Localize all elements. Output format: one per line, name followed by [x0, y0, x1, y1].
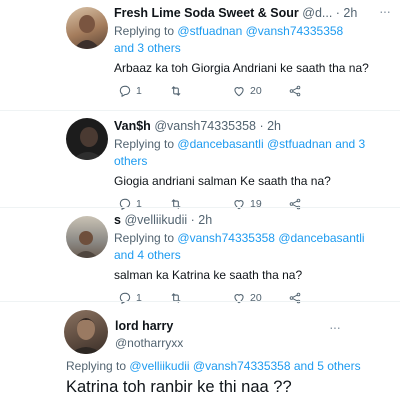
tweet-text: Arbaaz ka toh Giorgia Andriani ke saath … [114, 61, 369, 75]
others-link[interactable]: and 3 others [114, 41, 181, 55]
user-handle[interactable]: @vansh74335358 · 2h [154, 119, 281, 133]
divider [0, 207, 400, 208]
reply-button[interactable]: 1 [118, 84, 142, 98]
retweet-button[interactable] [169, 84, 183, 98]
main-tweet[interactable]: lord harry @notharryxx ··· Replying to @… [0, 303, 400, 400]
like-button[interactable]: 20 [232, 84, 262, 98]
display-name[interactable]: s [114, 213, 121, 227]
replying-label: Replying to [66, 359, 127, 373]
replying-to: Replying to @velliikudii @vansh74335358 … [66, 358, 361, 375]
replying-to: Replying to @vansh74335358 @dancebasantl… [114, 230, 382, 264]
user-handle[interactable]: @velliikudii · 2h [124, 213, 212, 227]
replying-label: Replying to [114, 231, 175, 245]
more-icon[interactable]: ··· [379, 4, 391, 18]
avatar[interactable] [64, 310, 108, 354]
user-handle[interactable]: @notharryxx [115, 335, 183, 352]
replying-label: Replying to [114, 137, 175, 151]
tweet-text: salman ka Katrina ke saath tha na? [114, 268, 303, 282]
divider [0, 110, 400, 111]
display-name[interactable]: Fresh Lime Soda Sweet & Sour [114, 6, 299, 20]
like-count: 20 [250, 85, 262, 97]
avatar[interactable] [66, 118, 108, 160]
replying-label: Replying to [114, 24, 175, 38]
tweet-text: Giogia andriani salman Ke saath tha na? [114, 174, 331, 188]
share-button[interactable] [288, 84, 302, 98]
like-icon [234, 87, 244, 97]
reply-count: 1 [136, 85, 142, 97]
mention-link[interactable]: @velliikudii @vansh74335358 [129, 359, 290, 373]
reply-tweet[interactable]: s @velliikudii · 2h Replying to @vansh74… [0, 209, 400, 305]
replying-to: Replying to @dancebasantli @stfuadnan an… [114, 136, 382, 170]
replying-to: Replying to @stfuadnan @vansh74335358 an… [114, 23, 382, 57]
avatar[interactable] [66, 216, 108, 258]
display-name[interactable]: lord harry [115, 318, 183, 335]
user-handle[interactable]: @d... [302, 6, 332, 20]
tweet-text: Katrina toh ranbir ke thi naa ?? [66, 378, 292, 396]
display-name[interactable]: Van$h [114, 119, 151, 133]
divider [0, 301, 400, 302]
share-icon [289, 85, 301, 97]
mention-link[interactable]: @stfuadnan @vansh74335358 [177, 24, 343, 38]
more-icon[interactable]: ··· [329, 320, 341, 334]
timestamp[interactable]: · 2h [336, 6, 358, 20]
others-link[interactable]: and 5 others [294, 359, 361, 373]
retweet-icon [171, 86, 181, 96]
action-bar: 1 20 [114, 84, 382, 102]
reply-tweet[interactable]: Van$h @vansh74335358 · 2h Replying to @d… [0, 112, 400, 211]
avatar[interactable] [66, 7, 108, 49]
reply-tweet[interactable]: Fresh Lime Soda Sweet & Sour @d... · 2h … [0, 0, 400, 108]
reply-icon [119, 85, 131, 98]
